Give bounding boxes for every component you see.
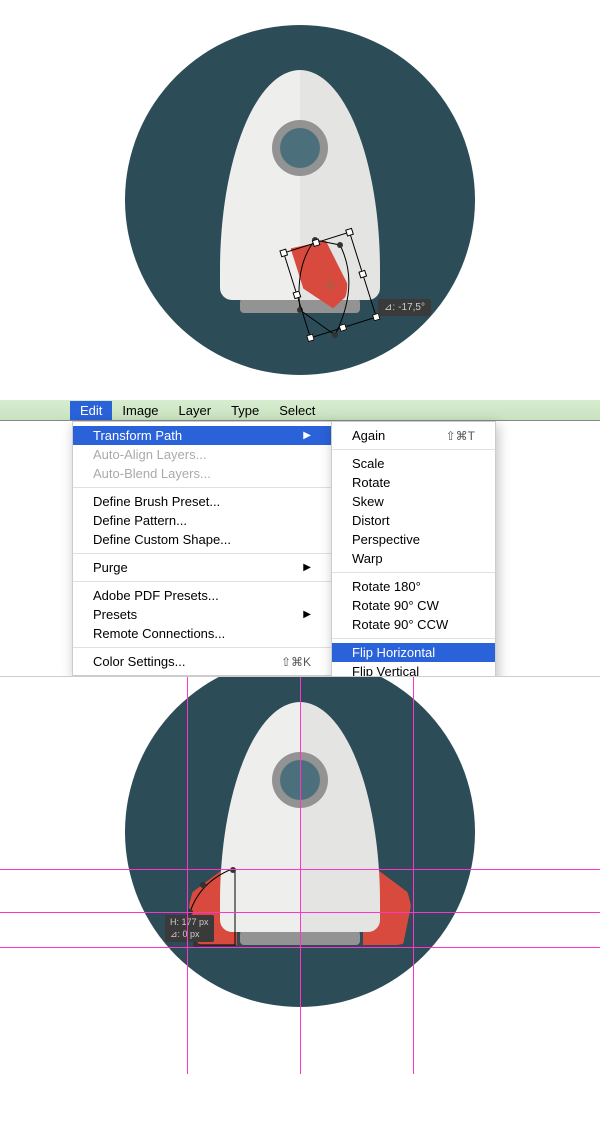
menu-item-label: Rotate 90° CCW bbox=[352, 617, 448, 632]
measure-v: ⊿: 0 px bbox=[170, 929, 209, 941]
menu-separator bbox=[73, 487, 331, 488]
rotation-angle-tooltip: ⊿: -17,5° bbox=[378, 299, 431, 316]
submenu-arrow-icon: ▶ bbox=[303, 609, 311, 620]
menu-separator bbox=[332, 449, 495, 450]
menu-color-settings[interactable]: Color Settings... ⇧⌘K bbox=[73, 652, 331, 671]
submenu-perspective[interactable]: Perspective bbox=[332, 530, 495, 549]
angle-value: -17,5° bbox=[398, 302, 425, 313]
menu-area: Edit Image Layer Type Select Transform P… bbox=[0, 400, 600, 676]
transform-submenu[interactable]: Again ⇧⌘T Scale Rotate Skew Distort Pers… bbox=[331, 421, 496, 686]
menubar-edit[interactable]: Edit bbox=[70, 401, 112, 420]
anchor-point[interactable] bbox=[230, 867, 236, 873]
menubar-layer[interactable]: Layer bbox=[169, 401, 222, 420]
angle-icon: ⊿: bbox=[384, 302, 395, 313]
menu-shortcut: ⇧⌘T bbox=[446, 429, 475, 443]
submenu-rotate-180[interactable]: Rotate 180° bbox=[332, 577, 495, 596]
menu-item-label: Auto-Blend Layers... bbox=[93, 466, 211, 481]
transform-handle-bl[interactable] bbox=[306, 333, 315, 342]
measure-h: H: 177 px bbox=[170, 917, 209, 929]
menubar-select[interactable]: Select bbox=[269, 401, 325, 420]
submenu-rotate-90-ccw[interactable]: Rotate 90° CCW bbox=[332, 615, 495, 634]
menu-item-label: Remote Connections... bbox=[93, 626, 225, 641]
submenu-arrow-icon: ▶ bbox=[303, 562, 311, 573]
menu-define-shape[interactable]: Define Custom Shape... bbox=[73, 530, 331, 549]
rocket-body-left bbox=[220, 702, 300, 932]
menu-purge[interactable]: Purge ▶ bbox=[73, 558, 331, 577]
menu-separator bbox=[332, 572, 495, 573]
menu-item-label: Presets bbox=[93, 607, 137, 622]
menu-item-label: Rotate 180° bbox=[352, 579, 421, 594]
transform-handle-ml[interactable] bbox=[293, 291, 302, 300]
menu-item-label: Adobe PDF Presets... bbox=[93, 588, 219, 603]
submenu-skew[interactable]: Skew bbox=[332, 492, 495, 511]
canvas-top[interactable]: ⊿: -17,5° bbox=[0, 0, 600, 400]
menu-separator bbox=[73, 553, 331, 554]
menu-item-label: Again bbox=[352, 428, 385, 443]
menu-item-label: Define Brush Preset... bbox=[93, 494, 220, 509]
submenu-rotate[interactable]: Rotate bbox=[332, 473, 495, 492]
menu-remote-connections[interactable]: Remote Connections... bbox=[73, 624, 331, 643]
menu-shortcut: ⇧⌘K bbox=[281, 655, 311, 669]
guide-vertical[interactable] bbox=[187, 677, 188, 1074]
menubar-image[interactable]: Image bbox=[112, 401, 168, 420]
menu-item-label: Rotate 90° CW bbox=[352, 598, 439, 613]
menubar-type[interactable]: Type bbox=[221, 401, 269, 420]
menu-item-label: Define Pattern... bbox=[93, 513, 187, 528]
menu-separator bbox=[73, 647, 331, 648]
edit-menu[interactable]: Transform Path ▶ Auto-Align Layers... Au… bbox=[72, 421, 332, 676]
submenu-rotate-90-cw[interactable]: Rotate 90° CW bbox=[332, 596, 495, 615]
measurement-tooltip: H: 177 px ⊿: 0 px bbox=[165, 915, 214, 942]
transform-center-point[interactable] bbox=[321, 276, 339, 294]
menu-item-label: Perspective bbox=[352, 532, 420, 547]
transform-handle-bm[interactable] bbox=[339, 323, 348, 332]
menu-define-pattern[interactable]: Define Pattern... bbox=[73, 511, 331, 530]
submenu-flip-horizontal[interactable]: Flip Horizontal bbox=[332, 643, 495, 662]
menu-item-label: Purge bbox=[93, 560, 128, 575]
submenu-scale[interactable]: Scale bbox=[332, 454, 495, 473]
menu-item-label: Scale bbox=[352, 456, 385, 471]
anchor-point[interactable] bbox=[200, 882, 206, 888]
rocket-body-right bbox=[300, 702, 380, 932]
edit-dropdown: Transform Path ▶ Auto-Align Layers... Au… bbox=[0, 421, 600, 676]
menu-transform-path[interactable]: Transform Path ▶ bbox=[73, 426, 331, 445]
menu-item-label: Color Settings... bbox=[93, 654, 186, 669]
menu-item-label: Skew bbox=[352, 494, 384, 509]
guide-vertical[interactable] bbox=[300, 677, 301, 1074]
submenu-warp[interactable]: Warp bbox=[332, 549, 495, 568]
menu-item-label: Auto-Align Layers... bbox=[93, 447, 206, 462]
submenu-distort[interactable]: Distort bbox=[332, 511, 495, 530]
menu-auto-blend: Auto-Blend Layers... bbox=[73, 464, 331, 483]
porthole-inner bbox=[280, 128, 320, 168]
application-menubar[interactable]: Edit Image Layer Type Select bbox=[0, 400, 600, 421]
menu-item-label: Distort bbox=[352, 513, 390, 528]
menu-item-label: Warp bbox=[352, 551, 383, 566]
canvas-bottom[interactable]: H: 177 px ⊿: 0 px bbox=[0, 676, 600, 1074]
menu-pdf-presets[interactable]: Adobe PDF Presets... bbox=[73, 586, 331, 605]
menu-item-label: Transform Path bbox=[93, 428, 182, 443]
menu-define-brush[interactable]: Define Brush Preset... bbox=[73, 492, 331, 511]
menu-item-label: Flip Horizontal bbox=[352, 645, 435, 660]
submenu-arrow-icon: ▶ bbox=[303, 430, 311, 441]
rocket-artwork-circle bbox=[125, 25, 475, 375]
menu-auto-align: Auto-Align Layers... bbox=[73, 445, 331, 464]
menu-item-label: Define Custom Shape... bbox=[93, 532, 231, 547]
menu-presets[interactable]: Presets ▶ bbox=[73, 605, 331, 624]
menu-item-label: Rotate bbox=[352, 475, 390, 490]
menu-separator bbox=[332, 638, 495, 639]
submenu-again[interactable]: Again ⇧⌘T bbox=[332, 426, 495, 445]
guide-vertical[interactable] bbox=[413, 677, 414, 1074]
menu-separator bbox=[73, 581, 331, 582]
